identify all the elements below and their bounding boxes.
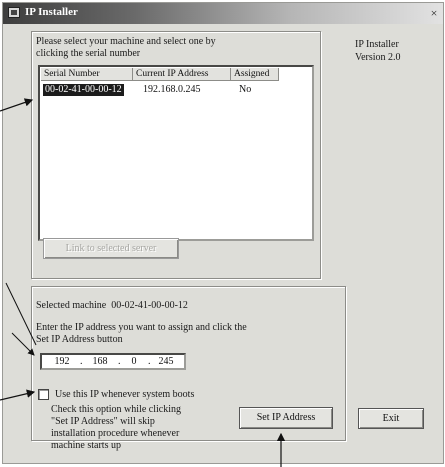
arrow-to-serial <box>0 98 34 112</box>
arrow-to-ip-field <box>5 282 37 346</box>
annotation-arrows <box>0 98 286 467</box>
arrow-to-ip-field-2 <box>11 332 35 356</box>
arrow-to-checkbox <box>0 389 36 401</box>
